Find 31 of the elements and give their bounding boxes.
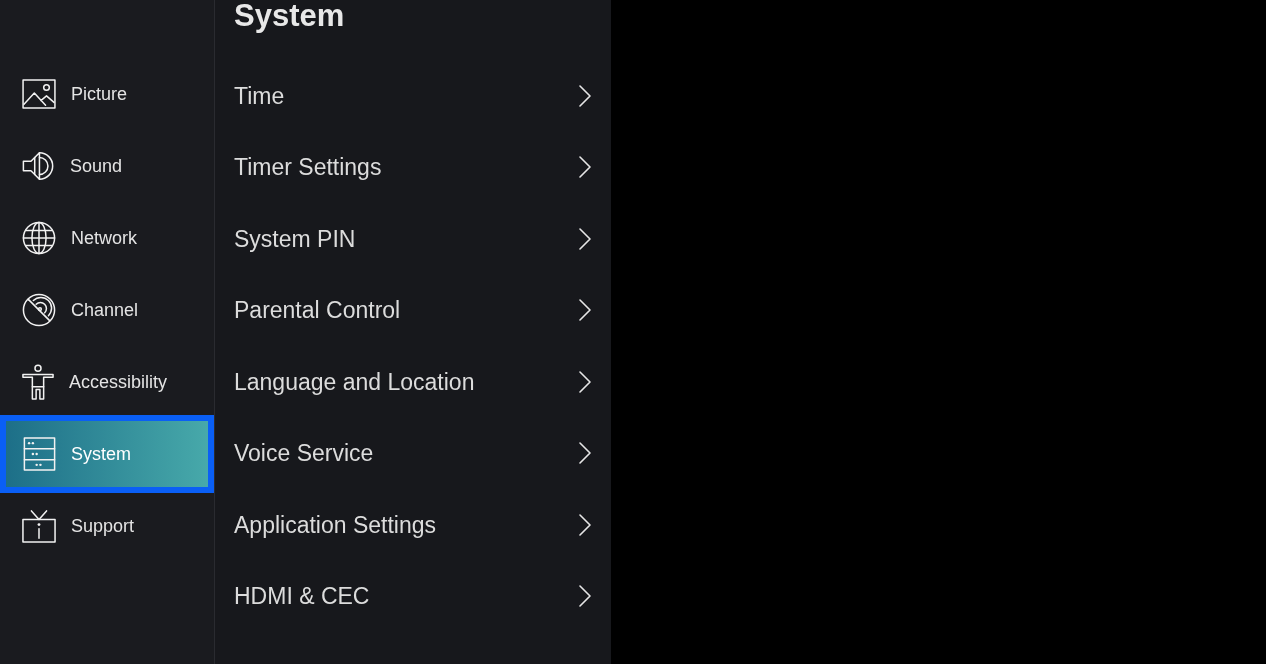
menu-item[interactable]: Language and Location [215, 346, 611, 418]
sidebar-item[interactable]: Network [0, 202, 214, 274]
menu-item[interactable]: HDMI & CEC [215, 560, 611, 632]
speaker-icon [22, 149, 55, 183]
menu-item[interactable]: Voice Service [215, 417, 611, 489]
sidebar-item[interactable]: Support [0, 490, 214, 562]
server-stack-icon [23, 437, 56, 471]
chevron-right-icon [579, 585, 591, 608]
chevron-right-icon [579, 299, 591, 322]
picture-frame-icon [22, 79, 56, 109]
sidebar-item[interactable]: Picture [0, 58, 214, 130]
chevron-right-icon [579, 370, 591, 393]
sidebar-item[interactable]: Sound [0, 130, 214, 202]
menu-item[interactable]: Application Settings [215, 489, 611, 561]
chevron-right-icon [579, 156, 591, 179]
sidebar-item[interactable]: Accessibility [0, 346, 214, 418]
sidebar-item[interactable]: System [0, 415, 214, 493]
chevron-right-icon [579, 513, 591, 536]
panel-title: System [234, 0, 345, 33]
menu-item[interactable]: Parental Control [215, 274, 611, 346]
chevron-right-icon [579, 227, 591, 250]
tv-info-icon [22, 509, 56, 543]
menu-item[interactable]: Timer Settings [215, 131, 611, 203]
globe-icon [22, 221, 56, 255]
chevron-right-icon [579, 442, 591, 465]
menu-item[interactable]: Time [215, 60, 611, 132]
satellite-dish-icon [22, 293, 56, 327]
menu-item[interactable]: System PIN [215, 203, 611, 275]
chevron-right-icon [579, 84, 591, 107]
sidebar-item[interactable]: Channel [0, 274, 214, 346]
person-icon [22, 364, 54, 400]
